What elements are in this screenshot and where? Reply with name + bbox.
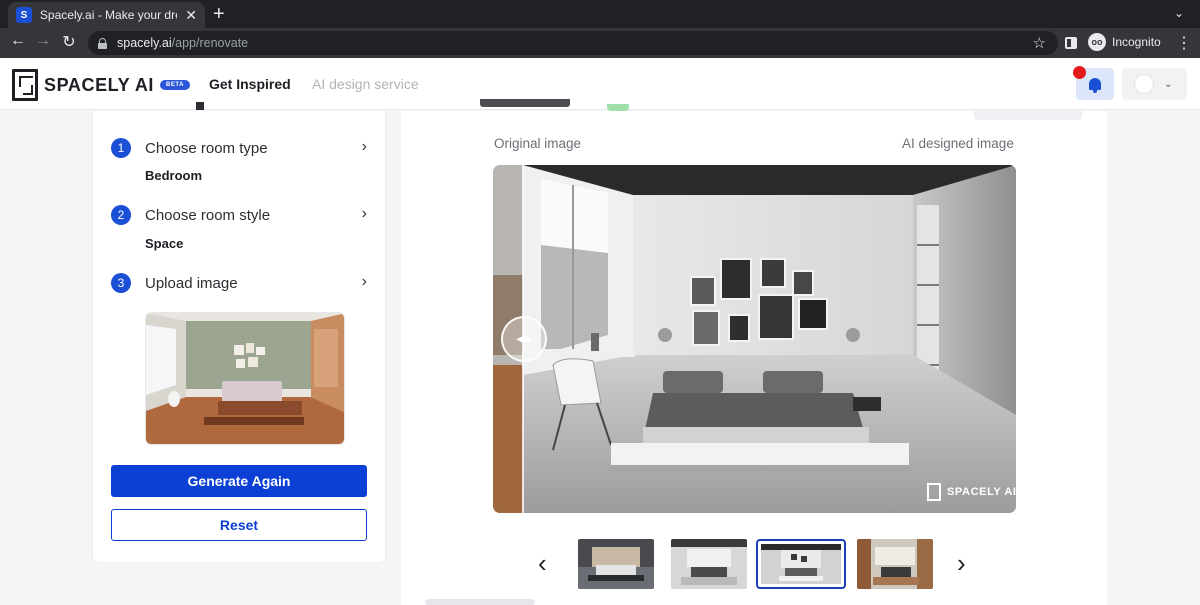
- generate-again-button[interactable]: Generate Again: [111, 465, 367, 497]
- bell-icon: [1089, 78, 1101, 93]
- uploaded-image-preview[interactable]: [145, 312, 345, 445]
- room-type-value: Bedroom: [145, 168, 203, 183]
- next-section-fragment: [425, 599, 535, 605]
- result-thumbnail[interactable]: [578, 539, 654, 589]
- step-room-type[interactable]: 1 Choose room type ›: [111, 136, 367, 160]
- ai-image-label: AI designed image: [902, 136, 1014, 151]
- incognito-icon: oo: [1088, 33, 1106, 51]
- watermark-text: SPACELY AI: [947, 486, 1017, 498]
- address-bar[interactable]: spacely.ai/app/renovate ☆: [88, 31, 1058, 55]
- browser-toolbar: ← → ↻ spacely.ai/app/renovate ☆ oo Incog…: [0, 28, 1200, 58]
- incognito-profile[interactable]: oo Incognito: [1088, 33, 1161, 51]
- room-style-value: Space: [145, 236, 184, 251]
- step-label: Choose room style: [145, 206, 271, 224]
- tab-close-icon[interactable]: ✕: [185, 7, 197, 24]
- lock-icon: [98, 37, 107, 49]
- chevron-right-icon: ›: [361, 273, 367, 290]
- chevron-down-icon: ⌄: [1164, 78, 1173, 90]
- thumbnail-image: [671, 539, 747, 589]
- settings-panel: 1 Choose room type › Bedroom 2 Choose ro…: [92, 111, 386, 563]
- result-status-badge: [607, 104, 629, 111]
- ai-bedroom-render: [493, 165, 1016, 513]
- image-comparison-viewer[interactable]: [493, 165, 1016, 513]
- result-title-fragment: [480, 99, 576, 111]
- result-thumbnail-selected[interactable]: [756, 539, 846, 589]
- browser-menu-icon[interactable]: ⋮: [1176, 33, 1192, 53]
- carousel-next-button[interactable]: ›: [957, 550, 966, 576]
- nav-get-inspired[interactable]: Get Inspired: [209, 76, 291, 92]
- beta-badge: BETA: [160, 80, 190, 90]
- forward-arrow-icon[interactable]: →: [33, 32, 53, 50]
- url-path: /app/renovate: [171, 36, 249, 50]
- spacely-favicon-icon: S: [16, 7, 32, 23]
- step-number-badge: 1: [111, 138, 131, 158]
- carousel-prev-button[interactable]: ‹: [538, 550, 547, 576]
- spacely-logo[interactable]: SPACELY AI BETA: [12, 69, 190, 101]
- result-thumbnail[interactable]: [671, 539, 747, 589]
- step-room-style[interactable]: 2 Choose room style ›: [111, 203, 367, 227]
- logo-text: SPACELY AI: [44, 74, 155, 95]
- spacely-watermark-logo-icon: [927, 483, 941, 501]
- url-host: spacely.ai: [117, 36, 172, 50]
- spacely-logo-mark-icon: [12, 69, 38, 101]
- new-tab-button[interactable]: +: [213, 3, 225, 25]
- user-menu-button[interactable]: ⌄: [1122, 68, 1187, 100]
- side-panel-icon[interactable]: [1065, 37, 1077, 49]
- incognito-label: Incognito: [1112, 35, 1161, 49]
- thumbnail-image: [578, 539, 654, 589]
- back-arrow-icon[interactable]: ←: [8, 32, 28, 50]
- tab-title: Spacely.ai - Make your dream: [39, 8, 177, 22]
- chevron-right-icon: ›: [361, 205, 367, 222]
- notification-dot: [1073, 66, 1086, 79]
- app-header: SPACELY AI BETA Get Inspired AI design s…: [0, 58, 1200, 110]
- browser-tab[interactable]: S Spacely.ai - Make your dream ✕: [8, 2, 205, 28]
- bedroom-photo: [146, 313, 344, 444]
- avatar: [1134, 74, 1154, 94]
- step-upload-image[interactable]: 3 Upload image ›: [111, 271, 367, 295]
- bookmark-star-icon[interactable]: ☆: [1033, 34, 1046, 52]
- result-action-button[interactable]: [974, 111, 1082, 120]
- nav-ai-design-service[interactable]: AI design service: [312, 76, 419, 92]
- thumbnail-image: [761, 544, 841, 584]
- step-number-badge: 3: [111, 273, 131, 293]
- reset-button[interactable]: Reset: [111, 509, 367, 541]
- chevron-right-icon: ›: [361, 138, 367, 155]
- step-label: Choose room type: [145, 139, 268, 157]
- browser-tab-strip: S Spacely.ai - Make your dream ✕ + ⌄: [0, 0, 1200, 28]
- thumbnail-image: [857, 539, 933, 589]
- step-label: Upload image: [145, 274, 238, 292]
- reload-icon[interactable]: ↻: [59, 32, 79, 52]
- spacely-watermark: SPACELY AI: [927, 483, 1017, 501]
- result-thumbnail[interactable]: [857, 539, 933, 589]
- compare-slider-handle[interactable]: ◀▶: [501, 316, 547, 362]
- tab-search-chevron-icon[interactable]: ⌄: [1174, 6, 1184, 20]
- original-image-label: Original image: [494, 136, 582, 151]
- section-title-fragment: [196, 102, 206, 111]
- step-number-badge: 2: [111, 205, 131, 225]
